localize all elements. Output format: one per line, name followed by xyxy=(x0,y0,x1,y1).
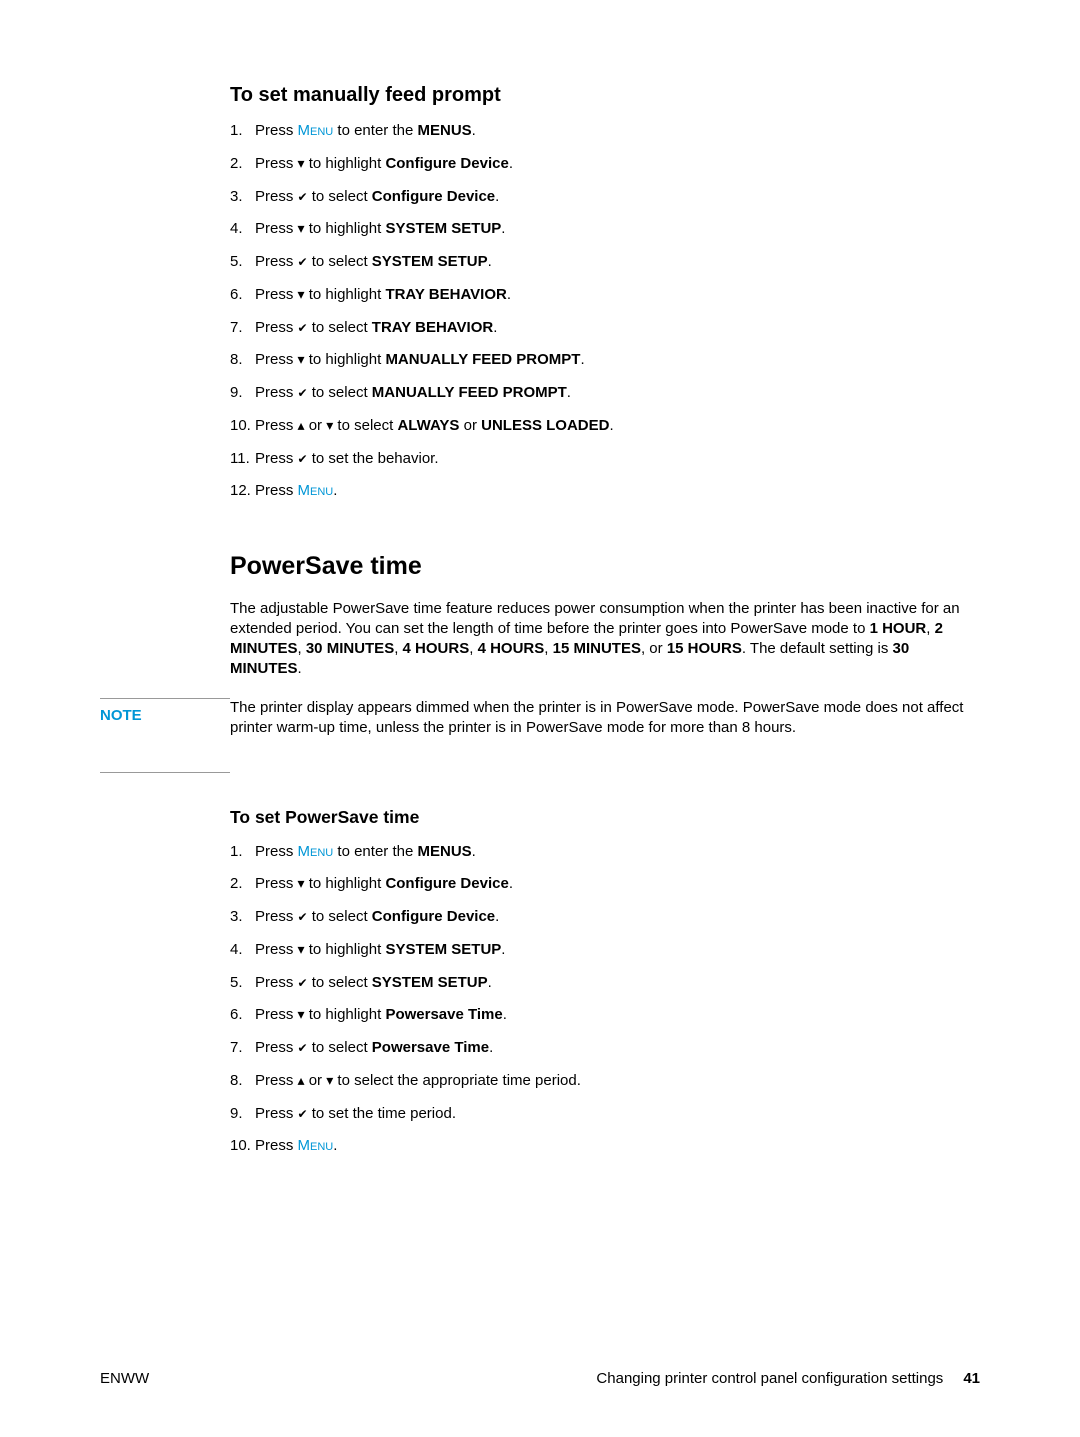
step-number: 1. xyxy=(230,121,255,141)
list-item: 11.Press to set the behavior. xyxy=(230,449,980,469)
down-arrow-icon xyxy=(298,285,305,305)
check-icon xyxy=(298,187,308,207)
check-icon xyxy=(298,1038,308,1058)
footer-right-text: Changing printer control panel configura… xyxy=(596,1370,943,1387)
down-arrow-icon xyxy=(298,940,305,960)
list-item: 5.Press to select SYSTEM SETUP. xyxy=(230,252,980,272)
step-number: 5. xyxy=(230,252,255,272)
list-item: 4.Press to highlight SYSTEM SETUP. xyxy=(230,219,980,239)
step-number: 1. xyxy=(230,842,255,862)
section-heading-3: To set PowerSave time xyxy=(100,807,980,828)
step-number: 2. xyxy=(230,154,255,174)
check-icon xyxy=(298,383,308,403)
list-item: 8.Press to highlight MANUALLY FEED PROMP… xyxy=(230,350,980,370)
list-item: 8.Press or to select the appropriate tim… xyxy=(230,1071,980,1091)
list-item: 7.Press to select TRAY BEHAVIOR. xyxy=(230,318,980,338)
list-item: 6.Press to highlight Powersave Time. xyxy=(230,1005,980,1025)
up-arrow-icon xyxy=(298,1071,305,1091)
step-number: 8. xyxy=(230,350,255,370)
down-arrow-icon xyxy=(298,1005,305,1025)
note-body: The printer display appears dimmed when … xyxy=(230,698,980,773)
steps-list-2: 1.Press Menu to enter the MENUS. 2.Press… xyxy=(100,842,980,1157)
list-item: 10.Press or to select ALWAYS or UNLESS L… xyxy=(230,416,980,436)
step-number: 10. xyxy=(230,1136,255,1156)
check-icon xyxy=(298,252,308,272)
list-item: 1.Press Menu to enter the MENUS. xyxy=(230,121,980,141)
down-arrow-icon xyxy=(298,219,305,239)
step-number: 9. xyxy=(230,383,255,403)
menu-label: Menu xyxy=(298,843,334,860)
list-item: 3.Press to select Configure Device. xyxy=(230,907,980,927)
page-footer: ENWW Changing printer control panel conf… xyxy=(100,1370,980,1387)
step-number: 2. xyxy=(230,874,255,894)
footer-left: ENWW xyxy=(100,1370,149,1387)
section-heading-2: PowerSave time xyxy=(100,552,980,581)
paragraph: The adjustable PowerSave time feature re… xyxy=(100,599,980,680)
step-number: 4. xyxy=(230,219,255,239)
step-number: 6. xyxy=(230,285,255,305)
down-arrow-icon xyxy=(298,154,305,174)
down-arrow-icon xyxy=(326,1071,333,1091)
down-arrow-icon xyxy=(298,874,305,894)
list-item: 10.Press Menu. xyxy=(230,1136,980,1156)
down-arrow-icon xyxy=(298,350,305,370)
list-item: 9.Press to set the time period. xyxy=(230,1104,980,1124)
check-icon xyxy=(298,907,308,927)
list-item: 1.Press Menu to enter the MENUS. xyxy=(230,842,980,862)
menu-label: Menu xyxy=(298,1137,334,1154)
note-block: NOTE The printer display appears dimmed … xyxy=(100,698,980,773)
step-number: 3. xyxy=(230,907,255,927)
step-number: 7. xyxy=(230,1038,255,1058)
step-number: 7. xyxy=(230,318,255,338)
check-icon xyxy=(298,449,308,469)
menu-label: Menu xyxy=(298,482,334,499)
check-icon xyxy=(298,318,308,338)
list-item: 9.Press to select MANUALLY FEED PROMPT. xyxy=(230,383,980,403)
section-heading-1: To set manually feed prompt xyxy=(100,84,980,107)
step-number: 4. xyxy=(230,940,255,960)
list-item: 7.Press to select Powersave Time. xyxy=(230,1038,980,1058)
list-item: 6.Press to highlight TRAY BEHAVIOR. xyxy=(230,285,980,305)
step-number: 3. xyxy=(230,187,255,207)
page-number: 41 xyxy=(963,1370,980,1387)
list-item: 2.Press to highlight Configure Device. xyxy=(230,154,980,174)
check-icon xyxy=(298,1104,308,1124)
step-number: 12. xyxy=(230,481,255,501)
menu-label: Menu xyxy=(298,122,334,139)
step-number: 8. xyxy=(230,1071,255,1091)
step-number: 10. xyxy=(230,416,255,436)
step-number: 5. xyxy=(230,973,255,993)
note-label: NOTE xyxy=(100,698,230,773)
check-icon xyxy=(298,973,308,993)
list-item: 12.Press Menu. xyxy=(230,481,980,501)
list-item: 4.Press to highlight SYSTEM SETUP. xyxy=(230,940,980,960)
step-number: 11. xyxy=(230,449,255,469)
list-item: 2.Press to highlight Configure Device. xyxy=(230,874,980,894)
down-arrow-icon xyxy=(326,416,333,436)
step-number: 9. xyxy=(230,1104,255,1124)
list-item: 5.Press to select SYSTEM SETUP. xyxy=(230,973,980,993)
steps-list-1: 1.Press Menu to enter the MENUS. 2.Press… xyxy=(100,121,980,502)
step-number: 6. xyxy=(230,1005,255,1025)
up-arrow-icon xyxy=(298,416,305,436)
list-item: 3.Press to select Configure Device. xyxy=(230,187,980,207)
